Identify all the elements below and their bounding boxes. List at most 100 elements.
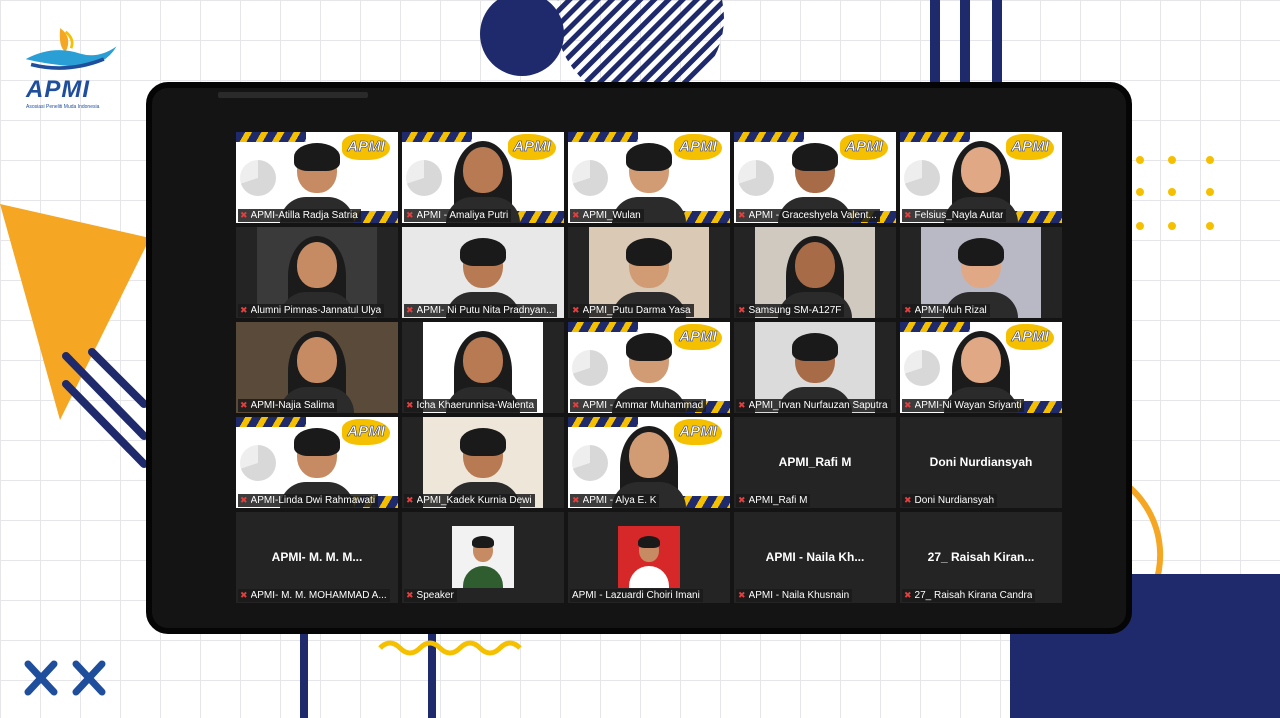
mic-muted-icon: ✖ <box>904 210 912 220</box>
participant-name-label: ✖ APMI- Ni Putu Nita Pradnyan... <box>404 304 558 317</box>
participant-name-label: ✖ Doni Nurdiansyah <box>902 494 998 507</box>
mic-muted-icon: ✖ <box>240 495 248 505</box>
participant-tile[interactable]: APMI ✖ APMI-Ni Wayan Sriyanti <box>900 322 1062 413</box>
participant-tile[interactable]: ✖ Speaker <box>402 512 564 603</box>
banner-pie-graphic <box>240 445 276 481</box>
participant-name: APMI_Putu Darma Yasa <box>582 305 691 316</box>
participant-name-label: ✖ APMI-Atilla Radja Satria <box>238 209 361 222</box>
banner-pie-graphic <box>738 160 774 196</box>
participant-display-name: APMI - Naila Kh... <box>765 550 865 564</box>
banner-pie-graphic <box>904 350 940 386</box>
participant-name: APMI_Kadek Kurnia Dewi <box>416 495 532 506</box>
participant-name-label: ✖ APMI - Graceshyela Valent... <box>736 209 880 222</box>
mic-muted-icon: ✖ <box>738 305 746 315</box>
participant-name: APMI - Amaliya Putri <box>416 210 509 221</box>
participant-name-label: ✖ APMI-Linda Dwi Rahmawati <box>238 494 379 507</box>
participant-name-label: ✖ Samsung SM-A127F <box>736 304 845 317</box>
participant-name-label: ✖ APMI - Naila Khusnain <box>736 589 853 602</box>
participant-tile[interactable]: ✖ APMI_Irvan Nurfauzan Saputra <box>734 322 896 413</box>
participant-name-label: ✖ APMI_Rafi M <box>736 494 811 507</box>
mic-muted-icon: ✖ <box>904 400 912 410</box>
participant-tile[interactable]: APMI ✖ APMI - Alya E. K <box>568 417 730 508</box>
participant-tile[interactable]: APMI ✖ APMI - Ammar Muhammad <box>568 322 730 413</box>
participant-name: Icha Khaerunnisa-Walenta <box>416 400 535 411</box>
banner-pie-graphic <box>572 350 608 386</box>
profile-photo <box>618 526 680 588</box>
participant-name-label: APMI - Lazuardi Choiri Imani <box>570 589 703 602</box>
apmi-logo-icon <box>25 28 117 70</box>
mic-muted-icon: ✖ <box>738 495 746 505</box>
participant-name: Speaker <box>416 590 454 601</box>
mic-muted-icon: ✖ <box>406 210 414 220</box>
participant-name: APMI-Muh Rizal <box>914 305 987 316</box>
participant-tile[interactable]: APMI - Lazuardi Choiri Imani <box>568 512 730 603</box>
participant-tile[interactable]: APMI ✖ APMI_Wulan <box>568 132 730 223</box>
mic-muted-icon: ✖ <box>738 210 746 220</box>
participant-name: APMI_Wulan <box>582 210 641 221</box>
participant-name-label: ✖ APMI_Wulan <box>570 209 644 222</box>
mic-muted-icon: ✖ <box>240 590 248 600</box>
profile-photo <box>452 526 514 588</box>
participant-name: APMI_Irvan Nurfauzan Saputra <box>748 400 888 411</box>
mic-muted-icon: ✖ <box>406 305 414 315</box>
mic-muted-icon: ✖ <box>572 400 580 410</box>
participant-tile[interactable]: ✖ Icha Khaerunnisa-Walenta <box>402 322 564 413</box>
participant-tile[interactable]: APMI ✖ APMI - Amaliya Putri <box>402 132 564 223</box>
participant-name-label: ✖ APMI_Putu Darma Yasa <box>570 304 694 317</box>
participant-tile[interactable]: ✖ APMI-Muh Rizal <box>900 227 1062 318</box>
banner-pie-graphic <box>572 445 608 481</box>
participant-name: APMI-Atilla Radja Satria <box>250 210 358 221</box>
participant-tile[interactable]: ✖ APMI_Kadek Kurnia Dewi <box>402 417 564 508</box>
participant-name-label: ✖ Felsius_Nayla Autar <box>902 209 1007 222</box>
participant-name: Samsung SM-A127F <box>748 305 842 316</box>
participant-tile[interactable]: ✖ APMI-Najia Salima <box>236 322 398 413</box>
mic-muted-icon: ✖ <box>572 305 580 315</box>
participant-tile[interactable]: APMI_Rafi M ✖ APMI_Rafi M <box>734 417 896 508</box>
participant-name: Alumni Pimnas-Jannatul Ulya <box>250 305 382 316</box>
participant-name: APMI- Ni Putu Nita Pradnyan... <box>416 305 555 316</box>
mic-muted-icon: ✖ <box>406 400 414 410</box>
participant-name-label: ✖ APMI-Ni Wayan Sriyanti <box>902 399 1025 412</box>
participant-tile[interactable]: ✖ Alumni Pimnas-Jannatul Ulya <box>236 227 398 318</box>
participant-name-label: ✖ APMI-Muh Rizal <box>902 304 990 317</box>
participant-name: Doni Nurdiansyah <box>914 495 995 506</box>
participant-display-name: APMI_Rafi M <box>778 455 852 469</box>
participant-tile[interactable]: APMI- M. M. M... ✖ APMI- M. M. MOHAMMAD A.… <box>236 512 398 603</box>
mic-muted-icon: ✖ <box>240 400 248 410</box>
mic-muted-icon: ✖ <box>738 590 746 600</box>
mic-muted-icon: ✖ <box>904 495 912 505</box>
participant-tile[interactable]: APMI ✖ APMI-Linda Dwi Rahmawati <box>236 417 398 508</box>
mic-muted-icon: ✖ <box>406 495 414 505</box>
participant-tile[interactable]: ✖ APMI- Ni Putu Nita Pradnyan... <box>402 227 564 318</box>
brand-name: APMI <box>26 76 90 103</box>
participant-tile[interactable]: ✖ APMI_Putu Darma Yasa <box>568 227 730 318</box>
participant-name-label: ✖ APMI-Najia Salima <box>238 399 338 412</box>
participant-name: APMI_Rafi M <box>748 495 808 506</box>
participant-display-name: APMI- M. M. M... <box>271 550 363 564</box>
participant-tile[interactable]: APMI - Naila Kh... ✖ APMI - Naila Khusnain <box>734 512 896 603</box>
participant-gallery: APMI ✖ APMI-Atilla Radja Satria APMI ✖ APMI -… <box>236 132 1062 603</box>
participant-tile[interactable]: 27_ Raisah Kiran... ✖ 27_ Raisah Kirana Ca… <box>900 512 1062 603</box>
participant-name: 27_ Raisah Kirana Candra <box>914 590 1033 601</box>
participant-tile[interactable]: APMI ✖ APMI-Atilla Radja Satria <box>236 132 398 223</box>
participant-name-label: ✖ APMI_Kadek Kurnia Dewi <box>404 494 535 507</box>
participant-name: APMI - Graceshyela Valent... <box>748 210 877 221</box>
participant-tile[interactable]: APMI ✖ Felsius_Nayla Autar <box>900 132 1062 223</box>
participant-name: APMI - Lazuardi Choiri Imani <box>572 590 700 601</box>
mic-muted-icon: ✖ <box>406 590 414 600</box>
brand-tagline: Asosiasi Peneliti Muda Indonesia <box>26 104 100 110</box>
participant-name: Felsius_Nayla Autar <box>914 210 1004 221</box>
mic-muted-icon: ✖ <box>240 305 248 315</box>
participant-tile[interactable]: APMI ✖ APMI - Graceshyela Valent... <box>734 132 896 223</box>
participant-name-label: ✖ APMI - Alya E. K <box>570 494 660 507</box>
participant-tile[interactable]: ✖ Samsung SM-A127F <box>734 227 896 318</box>
participant-tile[interactable]: Doni Nurdiansyah ✖ Doni Nurdiansyah <box>900 417 1062 508</box>
participant-name: APMI- M. M. MOHAMMAD A... <box>250 590 387 601</box>
banner-pie-graphic <box>406 160 442 196</box>
participant-name: APMI-Ni Wayan Sriyanti <box>914 400 1022 411</box>
participant-name: APMI - Ammar Muhammad <box>582 400 704 411</box>
participant-name-label: ✖ APMI_Irvan Nurfauzan Saputra <box>736 399 891 412</box>
mic-muted-icon: ✖ <box>904 590 912 600</box>
participant-name-label: ✖ APMI - Ammar Muhammad <box>570 399 707 412</box>
mic-muted-icon: ✖ <box>572 495 580 505</box>
